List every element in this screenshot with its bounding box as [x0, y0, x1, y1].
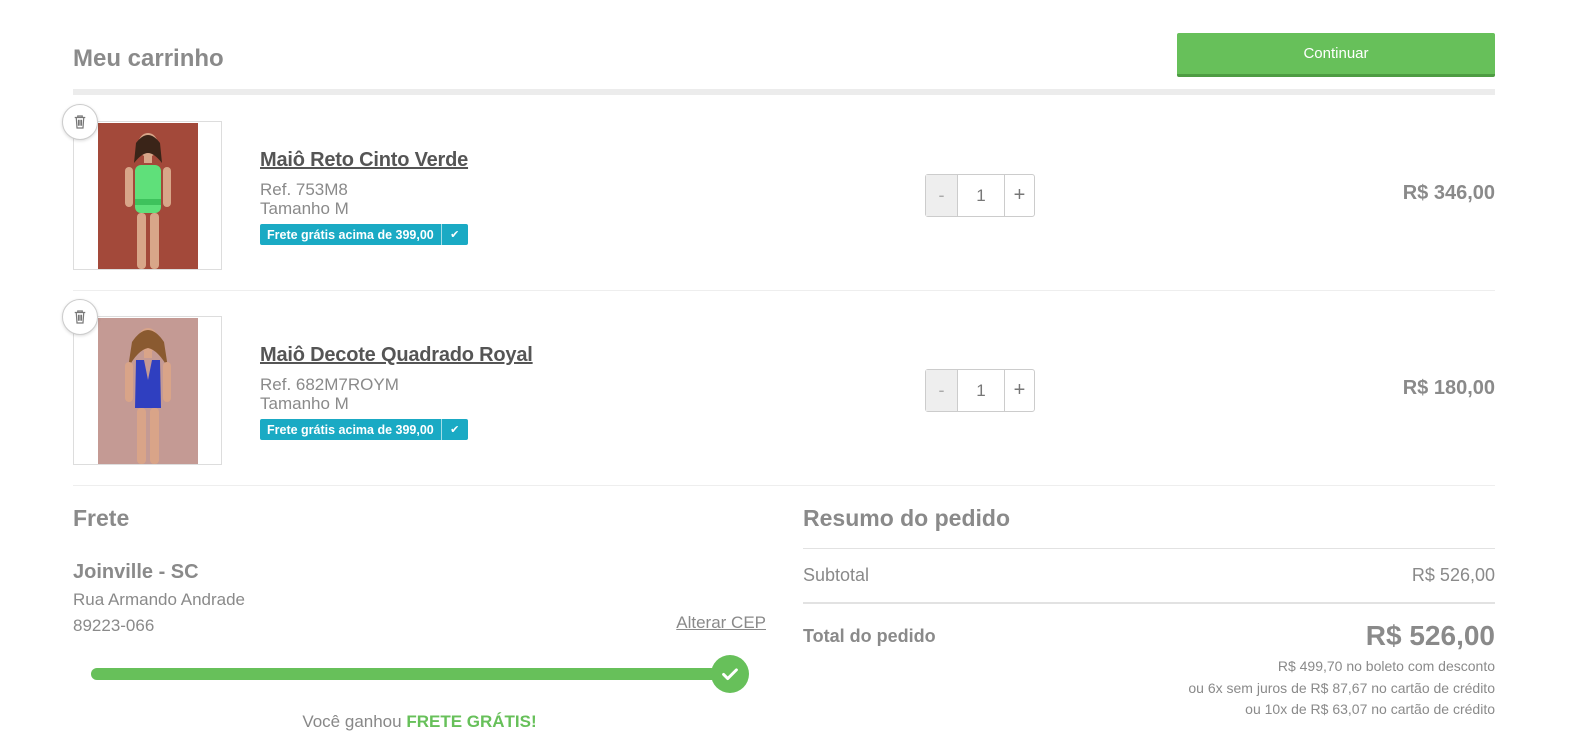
shipping-title: Frete: [73, 505, 130, 531]
free-shipping-badge: Frete grátis acima de 399,00 ✔: [260, 419, 468, 440]
subtotal-label: Subtotal: [803, 565, 870, 585]
quantity-decrease-button[interactable]: -: [926, 370, 957, 411]
product-ref: Ref. 753M8: [260, 180, 348, 199]
total-value: R$ 526,00: [1365, 620, 1495, 651]
page-title: Meu carrinho: [73, 45, 224, 72]
summary-divider: [803, 548, 1495, 549]
summary-title: Resumo do pedido: [803, 505, 1010, 531]
product-photo: [98, 318, 198, 464]
free-shipping-badge: Frete grátis acima de 399,00 ✔: [260, 224, 468, 245]
check-icon: ✔: [440, 224, 468, 245]
quantity-input[interactable]: 1: [957, 370, 1005, 411]
subtotal-value: R$ 526,00: [1411, 565, 1495, 585]
total-label: Total do pedido: [803, 626, 936, 646]
product-name-link[interactable]: Maiô Decote Quadrado Royal: [260, 344, 533, 367]
product-thumbnail[interactable]: [73, 121, 222, 270]
won-highlight: FRETE GRÁTIS!: [406, 712, 537, 731]
quantity-stepper: - 1 +: [925, 369, 1035, 412]
installment-line: R$ 499,70 no boleto com desconto: [1277, 658, 1495, 674]
shipping-city: Joinville - SC: [73, 561, 199, 583]
cart-header: Meu carrinho Continuar: [73, 30, 1495, 96]
trash-icon: [74, 310, 86, 324]
won-prefix: Você ganhou: [302, 712, 402, 731]
item-price: R$ 180,00: [1402, 377, 1495, 399]
quantity-decrease-button[interactable]: -: [926, 175, 957, 216]
product-name-link[interactable]: Maiô Reto Cinto Verde: [260, 149, 468, 172]
remove-item-button[interactable]: [62, 299, 98, 335]
installment-line: ou 10x de R$ 63,07 no cartão de crédito: [1245, 701, 1495, 717]
free-shipping-progress-bar: [91, 668, 731, 680]
product-size: Tamanho M: [260, 199, 349, 218]
trash-icon: [74, 115, 86, 129]
header-divider: [73, 89, 1495, 95]
progress-check-icon: [711, 655, 749, 693]
shipping-cep: 89223-066: [73, 616, 155, 635]
badge-label: Frete grátis acima de 399,00: [267, 227, 434, 242]
summary-divider: [803, 602, 1495, 604]
cart-item: Maiô Reto Cinto Verde Ref. 753M8 Tamanho…: [62, 96, 1495, 291]
shipping-section: Frete Joinville - SC Rua Armando Andrade…: [73, 505, 766, 731]
free-shipping-message: Você ganhou FRETE GRÁTIS!: [73, 712, 766, 732]
cart-item: Maiô Decote Quadrado Royal Ref. 682M7ROY…: [62, 291, 1495, 486]
product-size: Tamanho M: [260, 394, 349, 413]
quantity-increase-button[interactable]: +: [1005, 370, 1034, 411]
check-icon: ✔: [440, 419, 468, 440]
remove-item-button[interactable]: [62, 104, 98, 140]
quantity-input[interactable]: 1: [957, 175, 1005, 216]
product-thumbnail[interactable]: [73, 316, 222, 465]
progress-fill: [91, 668, 731, 680]
product-photo: [98, 123, 198, 269]
order-summary: Resumo do pedido Subtotal R$ 526,00 Tota…: [803, 505, 1495, 717]
item-divider: [73, 485, 1495, 486]
continue-button[interactable]: Continuar: [1177, 33, 1495, 77]
quantity-stepper: - 1 +: [925, 174, 1035, 217]
product-ref: Ref. 682M7ROYM: [260, 375, 399, 394]
badge-label: Frete grátis acima de 399,00: [267, 422, 434, 437]
change-cep-link[interactable]: Alterar CEP: [676, 613, 766, 633]
item-price: R$ 346,00: [1402, 182, 1495, 204]
shipping-street: Rua Armando Andrade: [73, 590, 246, 609]
installment-line: ou 6x sem juros de R$ 87,67 no cartão de…: [1188, 680, 1495, 696]
quantity-increase-button[interactable]: +: [1005, 175, 1034, 216]
